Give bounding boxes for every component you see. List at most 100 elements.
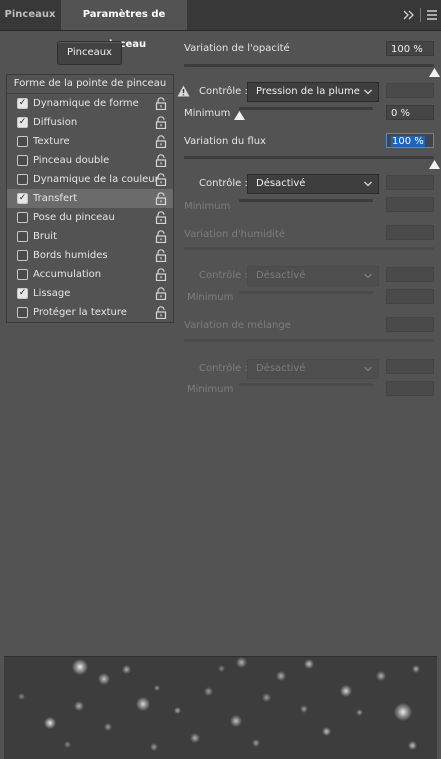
opacity-control-label: Contrôle : [199, 86, 248, 97]
lock-icon[interactable] [155, 97, 167, 111]
brush-option-item[interactable]: Pinceau double [7, 151, 173, 170]
brush-stamp-dot [18, 693, 25, 700]
brush-option-item[interactable]: Bruit [7, 227, 173, 246]
brush-option-label: Protéger la texture [33, 307, 127, 318]
brush-stamp-dot [230, 715, 242, 727]
flow-minimum-slider[interactable] [239, 199, 373, 202]
brush-option-label: Bords humides [33, 250, 108, 261]
brush-option-checkbox[interactable] [17, 307, 28, 318]
brush-option-label: Diffusion [33, 117, 78, 128]
brush-stamp-dot [72, 659, 88, 675]
lock-icon[interactable] [155, 230, 167, 244]
chevron-down-icon [364, 366, 372, 372]
lock-icon[interactable] [155, 154, 167, 168]
brush-option-item[interactable]: Protéger la texture [7, 303, 173, 322]
brush-stamp-dot [236, 657, 247, 668]
wetness-jitter-value [386, 225, 434, 240]
brush-option-checkbox[interactable] [17, 212, 28, 223]
tab-brush-settings[interactable]: Paramètres de pinceau [61, 0, 187, 50]
brush-option-item[interactable]: Pose du pinceau [7, 208, 173, 227]
lock-icon[interactable] [155, 287, 167, 301]
brush-option-item[interactable]: ✓ Dynamique de forme [7, 94, 173, 113]
brush-stamp-dot [44, 717, 56, 729]
brush-stamp-dot [252, 739, 260, 747]
brush-option-label: Transfert [33, 193, 78, 204]
lock-icon[interactable] [155, 306, 167, 320]
chevron-down-icon [364, 89, 372, 95]
wetness-control-value: Désactivé [256, 270, 306, 281]
brush-option-checkbox[interactable]: ✓ [17, 288, 28, 299]
brush-stamp-dot [154, 685, 160, 691]
flow-jitter-slider[interactable] [184, 156, 434, 159]
opacity-jitter-label: Variation de l'opacité [184, 43, 290, 54]
brush-option-checkbox[interactable]: ✓ [17, 117, 28, 128]
lock-icon[interactable] [155, 211, 167, 225]
opacity-control-extra-field[interactable] [386, 83, 434, 98]
brush-stamp-dot [304, 659, 314, 669]
mix-minimum-slider [239, 383, 373, 386]
mix-minimum-value [386, 381, 434, 396]
tab-separator [420, 8, 421, 22]
opacity-minimum-value[interactable]: 0 % [386, 105, 434, 120]
opacity-jitter-value[interactable]: 100 % [386, 41, 434, 56]
wetness-jitter-slider [184, 247, 434, 250]
opacity-minimum-label: Minimum [184, 108, 231, 119]
mix-control-value: Désactivé [256, 363, 306, 374]
flow-control-label: Contrôle : [199, 178, 248, 189]
double-chevron-right-icon[interactable] [403, 0, 415, 30]
hamburger-menu-icon[interactable] [426, 0, 438, 30]
flow-control-value: Désactivé [256, 178, 306, 189]
brush-option-item[interactable]: ✓ Lissage [7, 284, 173, 303]
opacity-minimum-slider-thumb[interactable] [234, 111, 245, 120]
brush-stamp-dot [64, 741, 71, 748]
lock-icon[interactable] [155, 116, 167, 130]
brush-tip-shape-item[interactable]: Forme de la pointe de pinceau [7, 75, 173, 94]
brush-stamp-dot [408, 741, 417, 750]
mix-jitter-label: Variation de mélange [184, 320, 291, 331]
brush-option-checkbox[interactable]: ✓ [17, 98, 28, 109]
brush-option-checkbox[interactable] [17, 155, 28, 166]
lock-icon[interactable] [155, 249, 167, 263]
flow-control-dropdown[interactable]: Désactivé [247, 174, 379, 194]
brush-option-checkbox[interactable] [17, 174, 28, 185]
brush-option-item[interactable]: ✓ Diffusion [7, 113, 173, 132]
brush-option-item[interactable]: Texture [7, 132, 173, 151]
brush-option-label: Texture [33, 136, 70, 147]
brush-option-checkbox[interactable] [17, 136, 28, 147]
brush-stamp-dot [356, 709, 363, 716]
brushes-panel-button[interactable]: Pinceaux [57, 41, 122, 65]
flow-jitter-slider-thumb[interactable] [429, 160, 440, 169]
chevron-down-icon [364, 273, 372, 279]
opacity-jitter-slider[interactable] [184, 64, 434, 67]
brush-option-checkbox[interactable] [17, 269, 28, 280]
wetness-minimum-value [386, 289, 434, 304]
brush-option-checkbox[interactable] [17, 250, 28, 261]
warning-icon [177, 85, 190, 97]
brush-option-label: Bruit [33, 231, 58, 242]
opacity-minimum-slider[interactable] [239, 107, 373, 110]
tab-brushes[interactable]: Pinceaux [0, 0, 60, 30]
brush-option-checkbox[interactable] [17, 231, 28, 242]
brush-option-label: Accumulation [33, 269, 102, 280]
brush-option-item[interactable]: Accumulation [7, 265, 173, 284]
brush-option-label: Pose du pinceau [33, 212, 115, 223]
opacity-jitter-slider-thumb[interactable] [429, 68, 440, 77]
flow-jitter-value[interactable]: 100 % [386, 133, 434, 148]
brush-stamp-dot [136, 697, 150, 711]
flow-minimum-value[interactable] [386, 197, 434, 212]
opacity-control-dropdown[interactable]: Pression de la plume [247, 82, 379, 102]
brush-option-checkbox[interactable]: ✓ [17, 193, 28, 204]
brush-option-item[interactable]: Bords humides [7, 246, 173, 265]
lock-icon[interactable] [155, 135, 167, 149]
lock-icon[interactable] [155, 173, 167, 187]
wetness-jitter-label: Variation d'humidité [184, 229, 286, 240]
brush-stamp-dot [394, 703, 412, 721]
lock-icon[interactable] [155, 192, 167, 206]
brush-option-item[interactable]: Dynamique de la couleur [7, 170, 173, 189]
brush-stamp-dot [174, 707, 181, 714]
flow-control-extra-field[interactable] [386, 175, 434, 190]
wetness-minimum-slider [239, 291, 373, 294]
brush-option-label: Dynamique de forme [33, 98, 139, 109]
lock-icon[interactable] [155, 268, 167, 282]
brush-option-item[interactable]: ✓ Transfert [7, 189, 173, 208]
